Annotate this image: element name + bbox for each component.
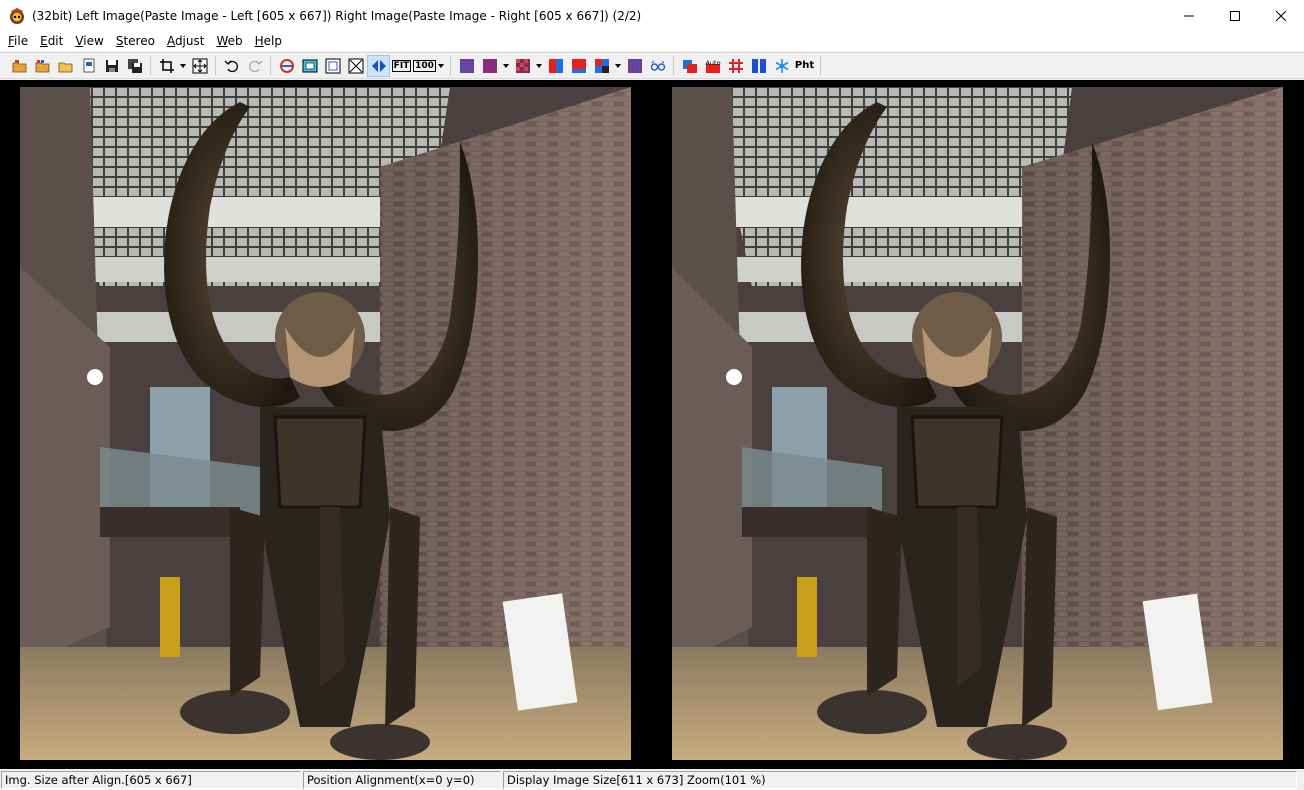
minimize-icon [1184,15,1194,16]
toolbar-separator [150,56,151,75]
grid-button[interactable] [724,55,747,77]
photo-button[interactable]: Pht [793,55,816,77]
crop-icon [159,58,174,73]
anaglyph-icon [594,58,609,73]
undo-icon [224,60,238,72]
menu-help[interactable]: Help [249,31,288,51]
frame-icon [325,58,340,73]
app-icon[interactable] [8,7,26,25]
status-bar: Img. Size after Align.[605 x 667] Positi… [0,769,1304,790]
grid-hash-icon [728,58,743,73]
anaglyph-button-2[interactable] [567,55,590,77]
right-image[interactable] [672,87,1283,760]
save-button[interactable] [100,55,123,77]
window-title: (32bit) Left Image(Paste Image - Left [6… [32,8,642,23]
redo-icon [248,60,262,72]
anaglyph-icon [548,58,563,73]
stereo-format-button-1[interactable] [455,55,478,77]
zoom-100-button[interactable]: 100 [413,55,436,77]
expand-icon [348,58,363,73]
crop-button[interactable] [155,55,178,77]
open-document-button[interactable] [77,55,100,77]
freeze-button[interactable] [770,55,793,77]
expand-button[interactable] [344,55,367,77]
undo-button[interactable] [220,55,243,77]
crop-dropdown[interactable] [178,55,188,77]
open-file-button[interactable] [54,55,77,77]
menu-adjust[interactable]: Adjust [161,31,211,51]
bars-icon [751,58,766,73]
toolbar: FIT 100 Auto Pht [0,52,1304,79]
square-icon [482,58,497,73]
menu-view[interactable]: View [69,31,109,51]
menu-file[interactable]: File [2,31,34,51]
stereo-format-dropdown[interactable] [501,55,511,77]
anaglyph-button-3[interactable] [590,55,613,77]
menu-web[interactable]: Web [210,31,248,51]
menu-edit[interactable]: Edit [34,31,69,51]
stereo-format-button-2[interactable] [478,55,501,77]
toolbar-separator [270,56,271,75]
fit-button[interactable]: FIT [390,55,413,77]
mammoth-photo-left [20,87,631,760]
open-left-right-button[interactable] [31,55,54,77]
checker-icon [515,58,530,73]
swap-button[interactable] [275,55,298,77]
zoom-dropdown[interactable] [436,55,446,77]
save-as-button[interactable] [123,55,146,77]
open-folder-icon [58,62,72,72]
open-folder-icon [12,59,26,72]
snowflake-icon [775,58,788,73]
lines-icon [459,58,474,73]
window-fit-icon [302,59,317,72]
open-folder-icon [35,59,49,72]
left-image[interactable] [20,87,631,760]
close-icon [1276,10,1286,21]
color-mode-button[interactable] [623,55,646,77]
glasses-icon [650,60,665,71]
toolbar-separator [450,56,451,75]
menu-bar: File Edit View Stereo Adjust Web Help [0,31,1304,51]
cross-view-button[interactable] [367,54,390,77]
auto-icon: Auto [705,59,720,73]
title-bar: (32bit) Left Image(Paste Image - Left [6… [0,0,1304,31]
overlap-squares-icon [682,59,697,73]
side-by-side-button[interactable] [747,55,770,77]
stripes-icon [627,58,642,73]
save-icon [105,59,118,72]
mammoth-photo-right [672,87,1283,760]
anaglyph-icon [571,58,586,73]
close-button[interactable] [1258,0,1304,31]
document-icon [83,58,94,72]
toolbar-separator [215,56,216,75]
move-button[interactable] [188,55,211,77]
redo-button[interactable] [243,55,266,77]
save-all-icon [127,58,142,73]
swap-icon [279,58,294,73]
auto-text: Auto [705,59,720,67]
toolbar-separator [820,56,821,75]
toolbar-separator [673,56,674,75]
maximize-icon [1230,10,1240,21]
pht-text: Pht [794,60,815,71]
anaglyph-dropdown[interactable] [613,55,623,77]
checker-button[interactable] [511,55,534,77]
status-display-size-zoom: Display Image Size[611 x 673] Zoom(101 %… [503,770,1297,789]
color-adjust-button[interactable] [678,55,701,77]
arrows-inward-icon [371,59,386,72]
image-viewport[interactable] [0,80,1304,769]
glasses-button[interactable] [646,55,669,77]
anaglyph-button-1[interactable] [544,55,567,77]
open-stereo-button[interactable] [8,55,31,77]
auto-align-button[interactable]: Auto [701,55,724,77]
move-arrows-icon [192,58,207,73]
status-position-alignment: Position Alignment(x=0 y=0) [303,770,501,789]
status-image-size: Img. Size after Align.[605 x 667] [1,770,301,789]
checker-dropdown[interactable] [534,55,544,77]
full-screen-button[interactable] [321,55,344,77]
fit-window-button[interactable] [298,55,321,77]
menu-stereo[interactable]: Stereo [110,31,161,51]
minimize-button[interactable] [1166,0,1212,31]
maximize-button[interactable] [1212,0,1258,31]
